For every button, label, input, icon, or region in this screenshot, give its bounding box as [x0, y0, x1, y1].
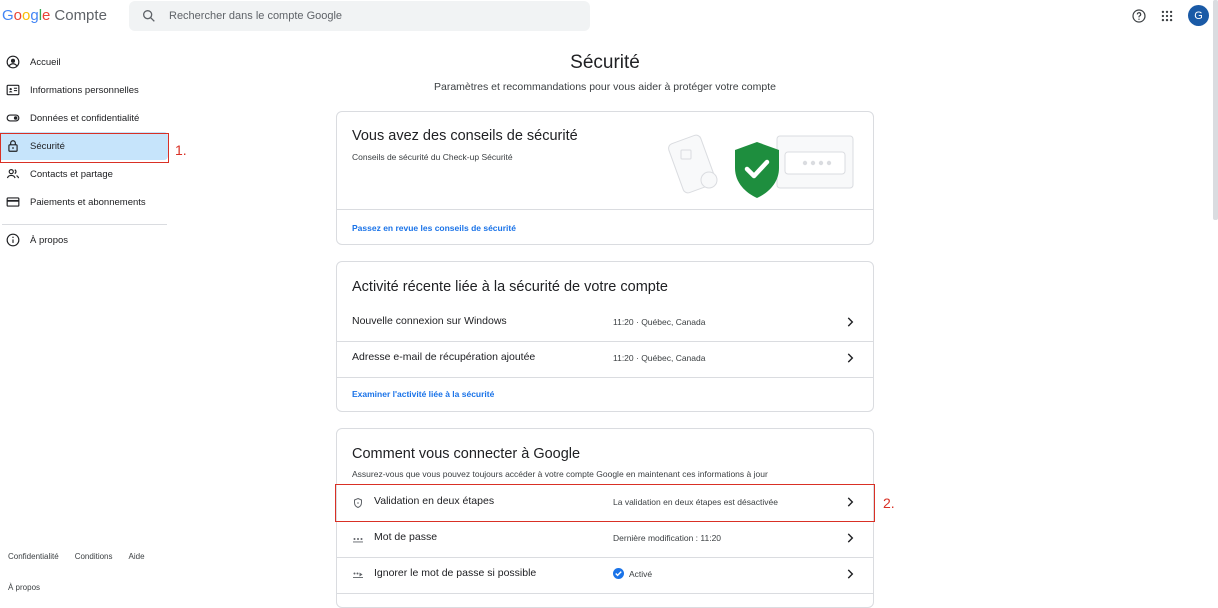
- sidebar-item-label: Données et confidentialité: [30, 112, 140, 124]
- sidebar-item-accueil[interactable]: Accueil: [0, 48, 170, 76]
- card-divider: [337, 377, 873, 378]
- status-text: Activé: [629, 569, 653, 579]
- review-security-activity-link[interactable]: Examiner l'activité liée à la sécurité: [352, 389, 494, 399]
- avatar[interactable]: G: [1188, 5, 1209, 26]
- row-value: 11:20 · Québec, Canada: [613, 317, 706, 327]
- review-security-tips-link[interactable]: Passez en revue les conseils de sécurité: [352, 223, 516, 233]
- chevron-right-icon: [847, 317, 854, 327]
- people-icon: [6, 167, 20, 181]
- credit-card-icon: [6, 195, 20, 209]
- row-label: Nouvelle connexion sur Windows: [352, 315, 507, 327]
- sidebar-item-contacts[interactable]: Contacts et partage: [0, 160, 170, 188]
- info-icon: [6, 233, 20, 247]
- account-circle-icon: [6, 55, 20, 69]
- logo-letter: o: [13, 7, 23, 24]
- help-icon[interactable]: [1129, 6, 1149, 26]
- row-label: Adresse e-mail de récupération ajoutée: [352, 351, 536, 363]
- id-card-icon: [6, 83, 20, 97]
- sidebar-item-label: À propos: [30, 234, 69, 246]
- footer-link-aide[interactable]: Aide: [129, 552, 145, 561]
- page-subtitle: Paramètres et recommandations pour vous …: [433, 81, 776, 93]
- logo-letter: e: [42, 7, 51, 24]
- highlight-box-two-step: [335, 484, 875, 522]
- logo-letter: g: [30, 7, 39, 24]
- page-scrollbar[interactable]: [1213, 0, 1218, 220]
- card-divider: [337, 209, 873, 210]
- top-bar: GoogleCompte G: [0, 0, 1218, 32]
- avatar-letter: G: [1194, 9, 1203, 22]
- skip-password-row[interactable]: Ignorer le mot de passe si possible Acti…: [337, 557, 873, 593]
- search-input[interactable]: [169, 10, 569, 22]
- footer-link-conditions[interactable]: Conditions: [75, 552, 113, 561]
- row-label: Mot de passe: [374, 531, 438, 543]
- row-divider: [337, 593, 873, 594]
- highlight-box-securite: [0, 133, 169, 163]
- logo-letter: G: [2, 7, 14, 24]
- passkey-icon: [353, 572, 363, 578]
- search-bar[interactable]: [129, 1, 590, 31]
- apps-grid-icon[interactable]: [1157, 6, 1177, 26]
- footer-links: Confidentialité Conditions Aide: [8, 552, 145, 561]
- activity-row[interactable]: Nouvelle connexion sur Windows 11:20 · Q…: [337, 305, 873, 341]
- sidebar-item-donnees[interactable]: Données et confidentialité: [0, 104, 170, 132]
- card-title: Vous avez des conseils de sécurité: [352, 128, 578, 144]
- chevron-right-icon: [847, 353, 854, 363]
- row-value: Activé: [613, 568, 653, 580]
- activity-row[interactable]: Adresse e-mail de récupération ajoutée 1…: [337, 341, 873, 377]
- chevron-right-icon: [847, 533, 854, 543]
- sidebar-item-paiements[interactable]: Paiements et abonnements: [0, 188, 170, 216]
- sidebar-item-label: Paiements et abonnements: [30, 196, 146, 208]
- product-name: Compte: [54, 7, 107, 24]
- sidebar-item-label: Contacts et partage: [30, 168, 113, 180]
- check-circle-icon: [613, 568, 624, 580]
- annotation-marker-1: 1.: [175, 142, 187, 158]
- chevron-right-icon: [847, 569, 854, 579]
- row-value: Dernière modification : 11:20: [613, 533, 722, 543]
- sidebar-item-apropos[interactable]: À propos: [0, 226, 170, 254]
- sidebar-item-informations[interactable]: Informations personnelles: [0, 76, 170, 104]
- security-tips-card: Vous avez des conseils de sécurité Conse…: [336, 111, 874, 245]
- footer-link-apropos[interactable]: À propos: [8, 583, 40, 592]
- card-subtitle: Conseils de sécurité du Check-up Sécurit…: [352, 152, 513, 162]
- card-title: Activité récente liée à la sécurité de v…: [352, 279, 668, 295]
- sidebar-item-label: Informations personnelles: [30, 84, 139, 96]
- annotation-marker-2: 2.: [883, 495, 895, 511]
- card-title: Comment vous connecter à Google: [352, 446, 581, 462]
- recent-activity-card: Activité récente liée à la sécurité de v…: [336, 261, 874, 412]
- row-value: 11:20 · Québec, Canada: [613, 353, 706, 363]
- footer-link-confidentialite[interactable]: Confidentialité: [8, 552, 59, 561]
- toggle-icon: [6, 111, 20, 125]
- page-title: Sécurité: [570, 52, 640, 73]
- google-account-logo[interactable]: Google Compte: [2, 6, 107, 26]
- search-icon: [143, 10, 155, 22]
- password-dots-icon: [353, 538, 363, 543]
- security-shield-illustration-icon: [668, 134, 854, 198]
- card-subtitle: Assurez-vous que vous pouvez toujours ac…: [352, 469, 768, 479]
- row-label: Ignorer le mot de passe si possible: [374, 567, 537, 579]
- sidebar-divider: [2, 224, 167, 225]
- password-row[interactable]: Mot de passe Dernière modification : 11:…: [337, 521, 873, 557]
- sidebar-item-label: Accueil: [30, 56, 61, 68]
